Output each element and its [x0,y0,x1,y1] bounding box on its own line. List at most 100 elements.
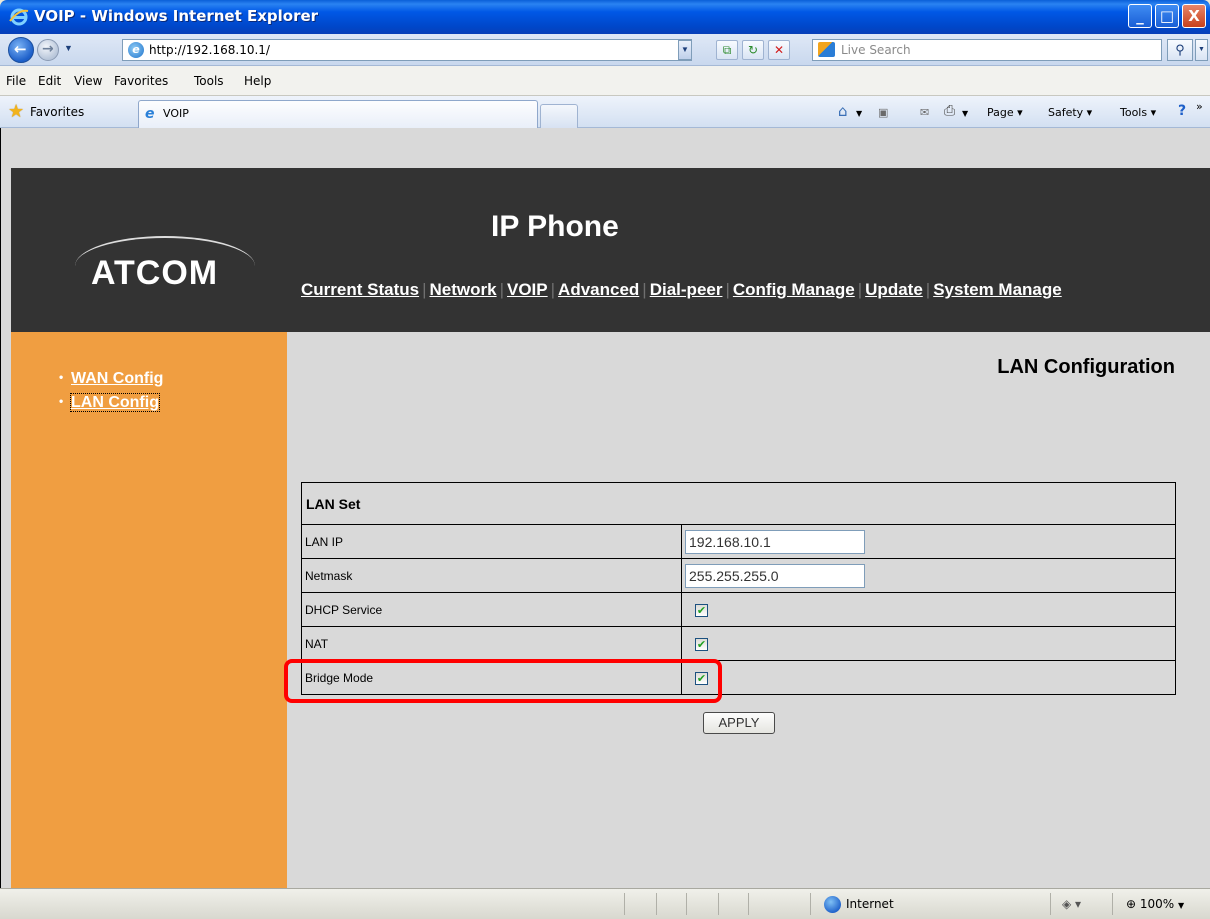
table-row: LAN IP [301,524,1176,559]
safety-menu[interactable]: Safety ▾ [1048,106,1092,119]
status-divider [624,893,625,915]
lan-ip-input[interactable] [685,529,865,554]
nav-separator: | [725,280,730,299]
maximize-button[interactable]: □ [1155,4,1179,28]
stop-button[interactable]: ✕ [768,40,790,60]
nat-cell: ✔ [681,626,1176,661]
menu-file[interactable]: File [6,74,26,88]
lan-ip-label: LAN IP [301,524,682,559]
security-zone: Internet [824,895,894,913]
tools-menu[interactable]: Tools ▾ [1120,106,1156,119]
wan-config-link[interactable]: WAN Config [71,370,163,387]
nav-advanced[interactable]: Advanced [558,280,639,299]
zone-label: Internet [846,897,894,911]
checkmark-icon: ✔ [696,603,707,617]
ie-logo-icon [9,8,29,26]
sidebar-item-lan-config: • LAN Config [59,390,163,414]
nav-voip[interactable]: VOIP [507,280,548,299]
zoom-dropdown-icon: ▼ [1178,901,1185,910]
netmask-input[interactable] [685,563,865,588]
nav-system-manage[interactable]: System Manage [933,280,1062,299]
lan-config-link[interactable]: LAN Config [70,393,160,412]
address-dropdown-icon[interactable]: ▼ [678,40,692,60]
dhcp-service-checkbox[interactable]: ✔ [695,603,708,617]
forward-arrow-icon: → [42,41,54,57]
zoom-control[interactable]: ⊕ 100% ▼ [1126,895,1184,915]
top-navigation: Current Status | Network | VOIP | Advanced | Dia… [301,279,1201,301]
dhcp-service-cell: ✔ [681,592,1176,627]
home-icon[interactable]: ⌂ [838,102,848,120]
status-divider [1050,893,1051,915]
search-input[interactable]: Live Search [812,39,1162,61]
compatibility-view-button[interactable]: ⧉ [716,40,738,60]
back-button[interactable]: ← [8,37,34,63]
search-options-dropdown-icon[interactable]: ▼ [1195,39,1208,61]
nav-dial-peer[interactable]: Dial-peer [650,280,723,299]
forward-button[interactable]: → [37,39,59,61]
search-button[interactable]: ⚲ [1167,39,1193,61]
print-dropdown-icon[interactable]: ▼ [962,109,968,118]
tab-ie-icon: e [145,106,155,122]
print-icon[interactable]: ⎙ [944,103,955,119]
page-menu[interactable]: Page ▾ [987,106,1023,119]
favorites-button[interactable]: ★ Favorites [4,100,132,124]
close-icon: X [1188,7,1200,25]
status-divider [656,893,657,915]
nav-config-manage[interactable]: Config Manage [733,280,855,299]
menu-favorites[interactable]: Favorites [114,74,168,88]
minimize-button[interactable]: _ [1128,4,1152,28]
browser-window: VOIP - Windows Internet Explorer _ □ X ←… [0,0,1210,919]
search-icon: ⚲ [1175,42,1185,57]
address-row: ← → ▼ e http://192.168.10.1/ ▼ ⧉ ↻ ✕ Liv… [0,34,1210,66]
bridge-mode-cell: ✔ [681,660,1176,695]
zoom-level: 100% [1139,897,1175,911]
tab-label: VOIP [163,107,189,120]
status-divider [686,893,687,915]
address-text: http://192.168.10.1/ [149,43,270,57]
address-input[interactable]: e http://192.168.10.1/ [122,39,692,61]
protected-mode-icon[interactable]: ◈ ▾ [1062,895,1081,913]
title-bar: VOIP - Windows Internet Explorer _ □ X [0,0,1210,34]
home-dropdown-icon[interactable]: ▼ [856,109,862,118]
nat-label: NAT [301,626,682,661]
nav-update[interactable]: Update [865,280,923,299]
dhcp-service-label: DHCP Service [301,592,682,627]
help-icon[interactable]: ? [1178,103,1186,119]
search-placeholder: Live Search [841,43,911,57]
table-row: NAT ✔ [301,626,1176,661]
checkmark-icon: ✔ [696,637,707,651]
sidebar: • WAN Config • LAN Config [11,332,287,888]
favorites-label: Favorites [30,105,85,119]
status-bar: Internet ◈ ▾ ⊕ 100% ▼ [0,888,1210,919]
bridge-mode-highlight [284,659,722,703]
close-button[interactable]: X [1182,4,1206,28]
tab-row: ★ Favorites e VOIP ⌂ ▼ ▣ ✉ ⎙ ▼ Page ▾ Sa… [0,96,1210,128]
stop-icon: ✕ [773,43,785,57]
tab-voip[interactable]: e VOIP [138,100,538,128]
recent-pages-dropdown-icon[interactable]: ▼ [64,43,73,53]
zoom-icon: ⊕ [1126,897,1137,911]
nav-separator: | [422,280,427,299]
back-arrow-icon: ← [14,40,27,58]
page-content: ATCOM IP Phone Current Status | Network | VO… [0,128,1210,888]
nat-checkbox[interactable]: ✔ [695,637,708,651]
netmask-cell [681,558,1176,593]
menu-help[interactable]: Help [244,74,271,88]
nav-network[interactable]: Network [430,280,497,299]
mail-icon[interactable]: ✉ [920,106,929,119]
menu-edit[interactable]: Edit [38,74,61,88]
maximize-icon: □ [1159,7,1175,25]
minimize-icon: _ [1136,7,1144,25]
menu-bar: File Edit View Favorites Tools Help [0,66,1210,96]
menu-view[interactable]: View [74,74,102,88]
apply-button[interactable]: APPLY [703,712,775,734]
refresh-button[interactable]: ↻ [742,40,764,60]
menu-tools[interactable]: Tools [194,74,224,88]
feeds-icon[interactable]: ▣ [878,106,888,119]
sidebar-list: • WAN Config • LAN Config [59,366,163,414]
new-tab-button[interactable] [540,104,578,128]
globe-icon [824,896,841,913]
bullet-icon: • [59,370,64,384]
nav-current-status[interactable]: Current Status [301,280,419,299]
more-commands-icon[interactable]: » [1196,100,1203,113]
